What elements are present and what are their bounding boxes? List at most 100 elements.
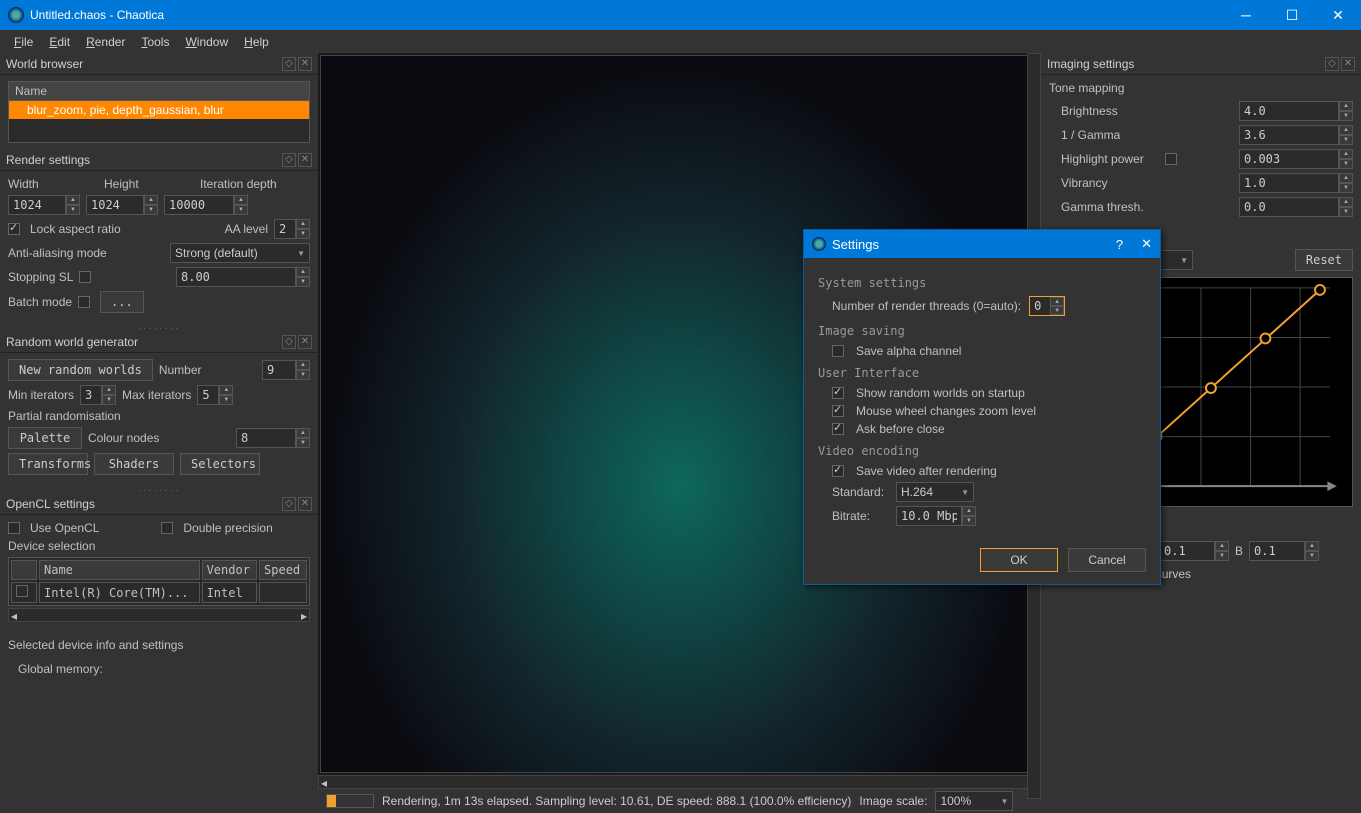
gammathresh-input[interactable] <box>1239 197 1339 217</box>
stopping-input[interactable] <box>176 267 296 287</box>
world-list-header: Name <box>9 82 309 101</box>
panel-close-icon[interactable]: ✕ <box>298 57 312 71</box>
undock-icon[interactable]: ◇ <box>282 57 296 71</box>
aa-level-input[interactable] <box>274 219 296 239</box>
aamode-combo[interactable]: Strong (default)▼ <box>170 243 310 263</box>
lock-aspect-label: Lock aspect ratio <box>30 222 121 236</box>
use-opencl-checkbox[interactable] <box>8 522 20 534</box>
stopping-checkbox[interactable] <box>79 271 91 283</box>
iter-input[interactable] <box>164 195 234 215</box>
max-iter-label: Max iterators <box>122 388 191 402</box>
image-scale-label: Image scale: <box>859 794 927 808</box>
world-list[interactable]: Name blur_zoom, pie, depth_gaussian, blu… <box>8 81 310 143</box>
min-iter-label: Min iterators <box>8 388 74 402</box>
brightness-label: Brightness <box>1049 104 1159 118</box>
help-icon[interactable]: ? <box>1116 237 1123 252</box>
reset-button[interactable]: Reset <box>1295 249 1353 271</box>
world-browser-title: World browser ◇ ✕ <box>0 53 318 75</box>
selectors-button[interactable]: Selectors <box>180 453 260 475</box>
settings-dialog-titlebar[interactable]: Settings ? ✕ <box>804 230 1160 258</box>
batch-checkbox[interactable] <box>78 296 90 308</box>
standard-combo[interactable]: H.264▼ <box>896 482 974 502</box>
image-scale-combo[interactable]: 100%▼ <box>935 791 1013 811</box>
maximize-button[interactable]: ☐ <box>1269 0 1315 30</box>
menu-bar: File Edit Render Tools Window Help <box>0 30 1361 53</box>
world-list-item[interactable]: blur_zoom, pie, depth_gaussian, blur <box>9 101 309 119</box>
show-random-checkbox[interactable] <box>832 387 844 399</box>
highlight-input[interactable] <box>1239 149 1339 169</box>
canvas-scrollbar-horizontal[interactable]: ◂▸ <box>318 775 1041 789</box>
panel-close-icon[interactable]: ✕ <box>298 335 312 349</box>
menu-window[interactable]: Window <box>177 33 236 51</box>
panel-close-icon[interactable]: ✕ <box>298 497 312 511</box>
transforms-button[interactable]: Transforms <box>8 453 88 475</box>
close-button[interactable]: ✕ <box>1315 0 1361 30</box>
colour-nodes-input[interactable] <box>236 428 296 448</box>
threads-input[interactable] <box>1030 297 1050 315</box>
width-input[interactable] <box>8 195 66 215</box>
ask-close-checkbox[interactable] <box>832 423 844 435</box>
undock-icon[interactable]: ◇ <box>282 153 296 167</box>
aamode-label: Anti-aliasing mode <box>8 246 107 260</box>
b-label: B <box>1235 544 1243 558</box>
device-checkbox[interactable] <box>16 585 28 597</box>
shaders-button[interactable]: Shaders <box>94 453 174 475</box>
threads-label: Number of render threads (0=auto): <box>832 299 1021 313</box>
batch-label: Batch mode <box>8 295 72 309</box>
menu-render[interactable]: Render <box>78 33 133 51</box>
imaging-settings-title: Imaging settings ◇ ✕ <box>1041 53 1361 75</box>
undock-icon[interactable]: ◇ <box>282 497 296 511</box>
device-selection-label: Device selection <box>8 539 310 553</box>
undock-icon[interactable]: ◇ <box>282 335 296 349</box>
menu-tools[interactable]: Tools <box>133 33 177 51</box>
ui-section: User Interface <box>818 366 1146 380</box>
menu-help[interactable]: Help <box>236 33 277 51</box>
double-precision-checkbox[interactable] <box>161 522 173 534</box>
settings-dialog: Settings ? ✕ System settings Number of r… <box>803 229 1161 585</box>
bitrate-label: Bitrate: <box>832 509 888 523</box>
table-row: Intel(R) Core(TM)...Intel <box>11 582 307 603</box>
brightness-input[interactable] <box>1239 101 1339 121</box>
menu-edit[interactable]: Edit <box>41 33 78 51</box>
bg-g-input[interactable] <box>1159 541 1215 561</box>
width-label: Width <box>8 177 98 191</box>
panel-close-icon[interactable]: ✕ <box>298 153 312 167</box>
iter-label: Iteration depth <box>200 177 277 191</box>
standard-label: Standard: <box>832 485 888 499</box>
gammathresh-label: Gamma thresh. <box>1049 200 1159 214</box>
batch-browse-button[interactable]: ... <box>100 291 144 313</box>
video-encoding-section: Video encoding <box>818 444 1146 458</box>
ok-button[interactable]: OK <box>980 548 1058 572</box>
undock-icon[interactable]: ◇ <box>1325 57 1339 71</box>
bg-b-input[interactable] <box>1249 541 1305 561</box>
system-settings-section: System settings <box>818 276 1146 290</box>
image-saving-section: Image saving <box>818 324 1146 338</box>
panel-close-icon[interactable]: ✕ <box>1341 57 1355 71</box>
highlight-checkbox[interactable] <box>1165 153 1177 165</box>
bitrate-input[interactable] <box>896 506 962 526</box>
opencl-title: OpenCL settings ◇ ✕ <box>0 493 318 515</box>
close-icon[interactable]: ✕ <box>1141 236 1152 252</box>
menu-file[interactable]: File <box>6 33 41 51</box>
height-label: Height <box>104 177 194 191</box>
random-gen-title: Random world generator ◇ ✕ <box>0 331 318 353</box>
cancel-button[interactable]: Cancel <box>1068 548 1146 572</box>
minimize-button[interactable]: ─ <box>1223 0 1269 30</box>
device-table-scrollbar[interactable]: ◂▸ <box>8 608 310 622</box>
save-alpha-checkbox[interactable] <box>832 345 844 357</box>
gamma-input[interactable] <box>1239 125 1339 145</box>
height-input[interactable] <box>86 195 144 215</box>
render-viewport[interactable]: ◂▸ Rendering, 1m 13s elapsed. Sampling l… <box>318 53 1041 813</box>
max-iter-input[interactable] <box>197 385 219 405</box>
palette-button[interactable]: Palette <box>8 427 82 449</box>
new-random-worlds-button[interactable]: New random worlds <box>8 359 153 381</box>
min-iter-input[interactable] <box>80 385 102 405</box>
stopping-label: Stopping SL <box>8 270 73 284</box>
device-table[interactable]: NameVendorSpeed Intel(R) Core(TM)...Inte… <box>8 557 310 606</box>
status-text: Rendering, 1m 13s elapsed. Sampling leve… <box>382 794 851 808</box>
number-input[interactable] <box>262 360 296 380</box>
lock-aspect-checkbox[interactable] <box>8 223 20 235</box>
mouse-wheel-checkbox[interactable] <box>832 405 844 417</box>
save-video-checkbox[interactable] <box>832 465 844 477</box>
vibrancy-input[interactable] <box>1239 173 1339 193</box>
